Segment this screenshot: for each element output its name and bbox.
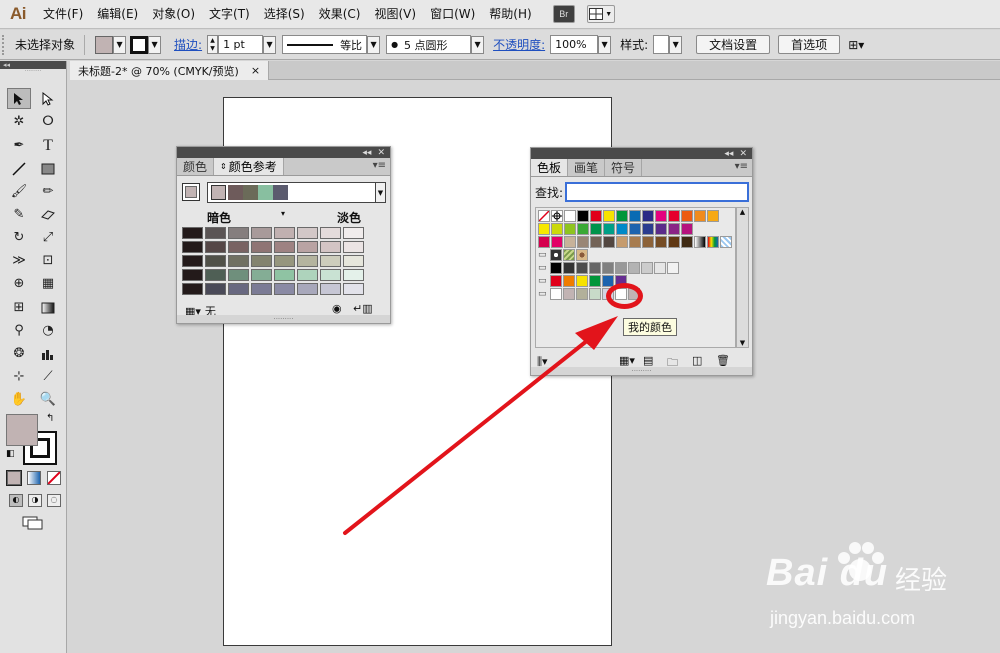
red-arrow-annotation bbox=[343, 316, 618, 535]
